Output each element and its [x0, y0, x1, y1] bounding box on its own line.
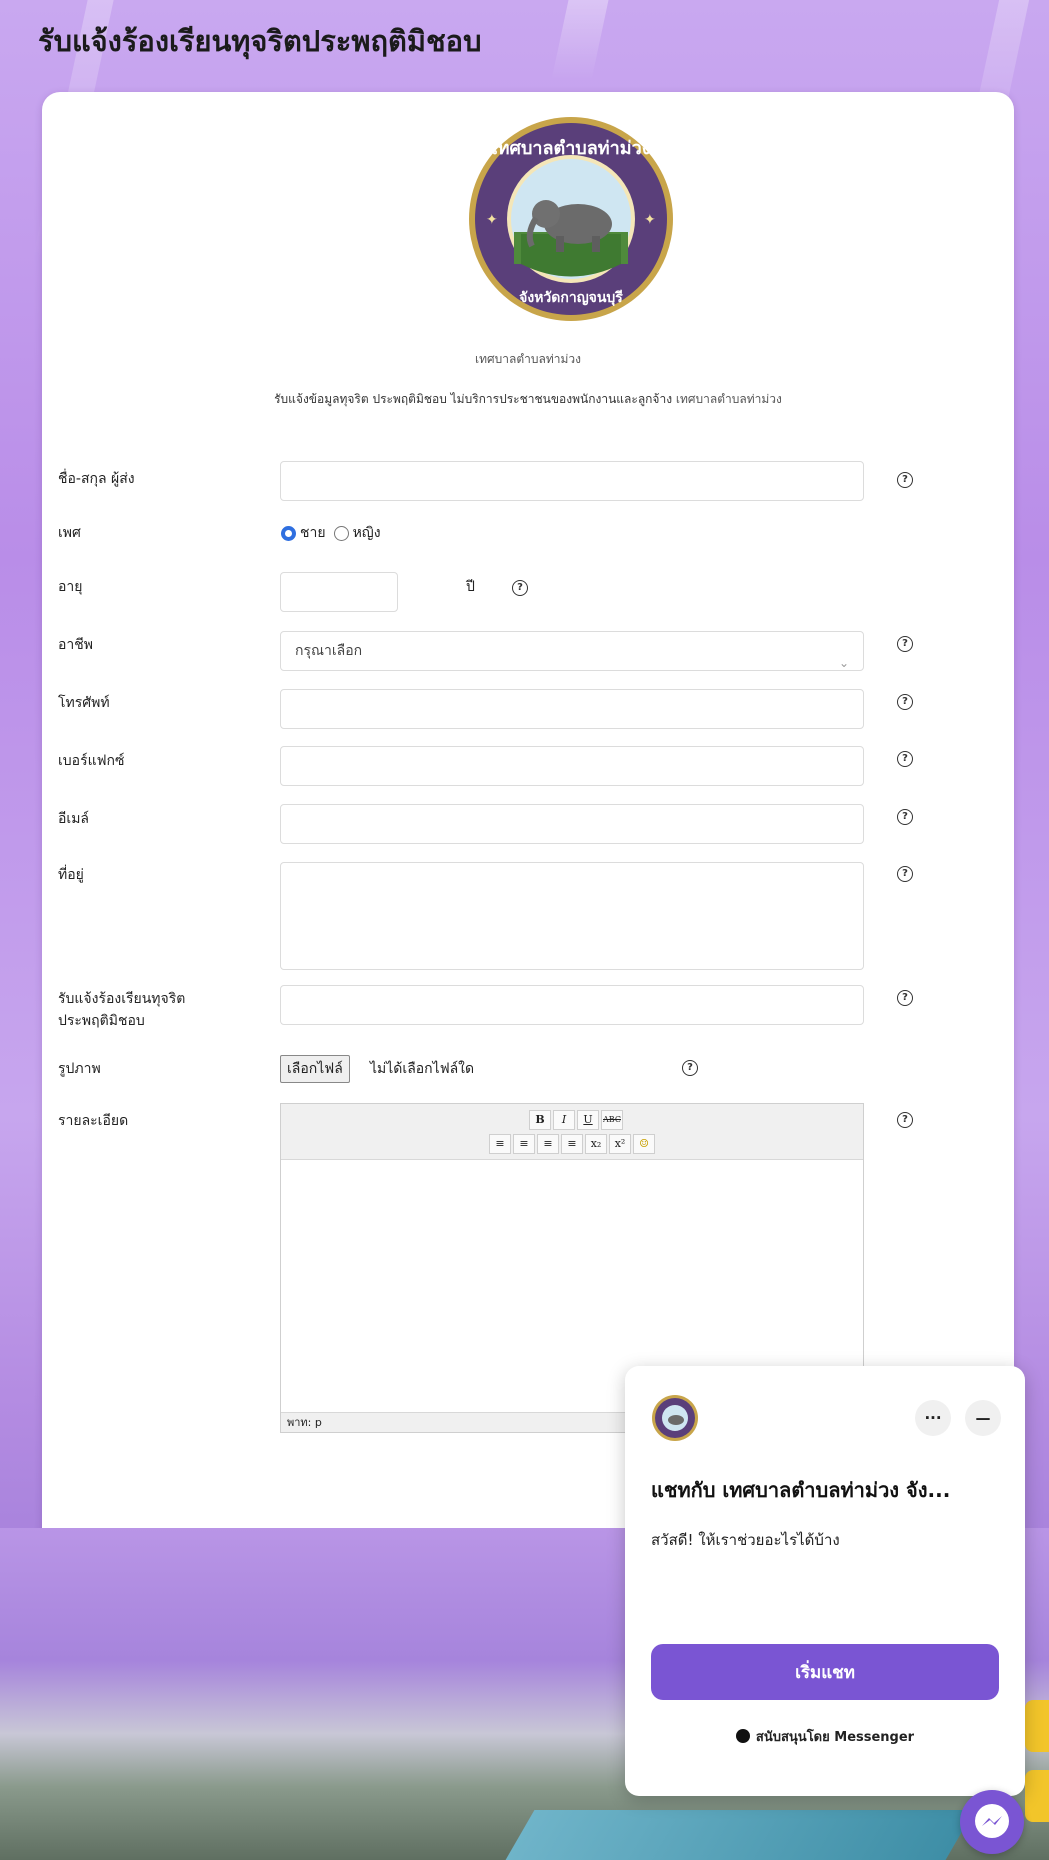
- complaint-label-line1: รับแจ้งร้องเรียนทุจริต: [58, 991, 186, 1007]
- gender-female-radio[interactable]: [333, 525, 349, 541]
- address-textarea[interactable]: [280, 862, 864, 970]
- phone-input[interactable]: [280, 689, 864, 729]
- chevron-down-icon: ⌄: [838, 656, 849, 670]
- complaint-help-icon[interactable]: ?: [897, 990, 913, 1006]
- complaint-label-line2: ประพฤติมิชอบ: [58, 1013, 145, 1029]
- more-options-button[interactable]: ···: [915, 1400, 951, 1436]
- side-widget-tab[interactable]: [1025, 1700, 1049, 1752]
- gender-male-radio[interactable]: [281, 525, 296, 541]
- description-text: รับแจ้งข้อมูลทุจริต ประพฤติมิชอบ ไม่บริก…: [274, 392, 673, 406]
- email-label: อีเมล์: [58, 811, 90, 827]
- underline-button[interactable]: U: [577, 1110, 599, 1130]
- subscript-button[interactable]: x₂: [585, 1134, 607, 1154]
- occupation-help-icon[interactable]: ?: [897, 636, 913, 652]
- side-widget-tab[interactable]: [1025, 1770, 1049, 1822]
- age-help-icon[interactable]: ?: [512, 580, 528, 596]
- messenger-launcher-button[interactable]: [960, 1790, 1024, 1854]
- form-description: รับแจ้งข้อมูลทุจริต ประพฤติมิชอบ ไม่บริก…: [42, 390, 1014, 409]
- chat-footer-text: สนับสนุนโดย Messenger: [755, 1730, 915, 1745]
- chat-title: แชทกับ เทศบาลตำบลท่าม่วง จัง...: [651, 1478, 951, 1502]
- file-status: ไม่ได้เลือกไฟล์ใด: [370, 1061, 475, 1077]
- editor-toolbar: B I U ABC ≡ ≡ ≡ ≡ x₂ x² ☺: [281, 1104, 863, 1160]
- image-label: รูปภาพ: [58, 1061, 101, 1077]
- email-help-icon[interactable]: ?: [897, 809, 913, 825]
- page-title: รับแจ้งร้องเรียนทุจริตประพฤติมิชอบ: [38, 24, 482, 58]
- gender-male-label: ชาย: [300, 525, 326, 541]
- phone-help-icon[interactable]: ?: [897, 694, 913, 710]
- emoticon-icon[interactable]: ☺: [633, 1134, 655, 1154]
- decor-streak: [551, 0, 609, 80]
- fax-label: เบอร์แฟกซ์: [58, 753, 125, 769]
- start-chat-button[interactable]: เริ่มแชท: [651, 1644, 999, 1700]
- bold-button[interactable]: B: [529, 1110, 551, 1130]
- messenger-icon: [975, 1804, 1009, 1838]
- align-left-icon[interactable]: ≡: [489, 1134, 511, 1154]
- org-name: เทศบาลตำบลท่าม่วง: [475, 352, 581, 366]
- gender-label: เพศ: [58, 525, 81, 541]
- address-help-icon[interactable]: ?: [897, 866, 913, 882]
- occupation-select[interactable]: กรุณาเลือก ⌄: [280, 631, 864, 671]
- description-org: เทศบาลตำบลท่าม่วง: [675, 392, 782, 406]
- align-justify-icon[interactable]: ≡: [561, 1134, 583, 1154]
- chat-footer: สนับสนุนโดย Messenger: [625, 1726, 1025, 1747]
- fax-help-icon[interactable]: ?: [897, 751, 913, 767]
- minimize-button[interactable]: —: [965, 1400, 1001, 1436]
- italic-button[interactable]: I: [553, 1110, 575, 1130]
- email-input[interactable]: [280, 804, 864, 844]
- messenger-chat-widget: ··· — แชทกับ เทศบาลตำบลท่าม่วง จัง... สว…: [625, 1366, 1025, 1796]
- age-label: อายุ: [58, 579, 83, 595]
- messenger-icon: [735, 1729, 750, 1743]
- name-label: ชื่อ-สกุล ผู้ส่ง: [58, 471, 135, 487]
- editor-toolbar-row2: ≡ ≡ ≡ ≡ x₂ x² ☺: [489, 1134, 655, 1154]
- complaint-input[interactable]: [280, 985, 864, 1025]
- superscript-button[interactable]: x²: [609, 1134, 631, 1154]
- occupation-label: อาชีพ: [58, 637, 93, 653]
- address-label: ที่อยู่: [58, 867, 84, 883]
- detail-label: รายละเอียด: [58, 1113, 129, 1129]
- logo-text-top: เทศบาลตำบลท่าม่วง: [492, 138, 651, 159]
- fax-input[interactable]: [280, 746, 864, 786]
- chat-greeting: สวัสดี! ให้เราช่วยอะไรได้บ้าง: [651, 1531, 840, 1549]
- strikethrough-button[interactable]: ABC: [601, 1110, 623, 1130]
- gender-radio-group: ชาย หญิง: [281, 522, 381, 544]
- age-input[interactable]: [280, 572, 398, 612]
- municipality-logo: เทศบาลตำบลท่าม่วง จังหวัดกาญจนบุรี ✦ ✦: [469, 117, 673, 321]
- align-right-icon[interactable]: ≡: [537, 1134, 559, 1154]
- phone-label: โทรศัพท์: [58, 695, 110, 711]
- age-unit: ปี: [466, 579, 475, 595]
- editor-toolbar-row1: B I U ABC: [529, 1110, 623, 1130]
- align-center-icon[interactable]: ≡: [513, 1134, 535, 1154]
- svg-text:✦: ✦: [644, 212, 656, 228]
- name-help-icon[interactable]: ?: [897, 472, 913, 488]
- gender-female-label: หญิง: [352, 525, 381, 541]
- occupation-selected: กรุณาเลือก: [295, 643, 363, 659]
- image-help-icon[interactable]: ?: [682, 1060, 698, 1076]
- detail-help-icon[interactable]: ?: [897, 1112, 913, 1128]
- logo-text-bottom: จังหวัดกาญจนบุรี: [519, 290, 623, 306]
- choose-file-button[interactable]: เลือกไฟล์: [280, 1055, 350, 1083]
- river-decor: [505, 1810, 975, 1860]
- complaint-label: รับแจ้งร้องเรียนทุจริต ประพฤติมิชอบ: [58, 988, 185, 1032]
- name-input[interactable]: [280, 461, 864, 501]
- chat-avatar: [652, 1395, 698, 1441]
- svg-text:✦: ✦: [486, 212, 498, 228]
